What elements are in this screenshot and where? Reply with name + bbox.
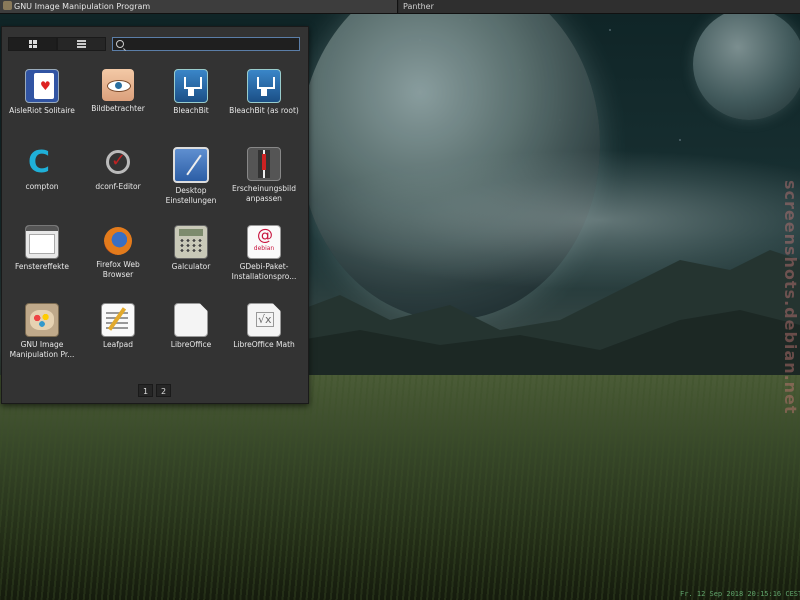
app-label: dconf-Editor	[95, 182, 141, 191]
taskbar-item-label: Panther	[403, 2, 434, 11]
app-compton[interactable]: compton	[4, 143, 80, 219]
top-panel: GNU Image Manipulation Program Panther	[0, 0, 800, 14]
page-switcher: 1 2	[138, 384, 171, 397]
app-bleachbit[interactable]: BleachBit	[153, 65, 229, 141]
search-icon	[116, 40, 124, 48]
desktop-settings-icon	[173, 147, 209, 183]
search-box	[112, 37, 300, 51]
window-effects-icon	[25, 225, 59, 259]
bleachbit-icon	[174, 69, 208, 103]
app-galculator[interactable]: Galculator	[153, 221, 229, 297]
app-launcher-panel: AisleRiot Solitaire Bildbetrachter Bleac…	[1, 26, 309, 404]
app-label: GDebi-Paket-Installationspro...	[231, 262, 297, 281]
app-bildbetrachter[interactable]: Bildbetrachter	[80, 65, 156, 141]
app-label: BleachBit	[173, 106, 209, 115]
app-label: BleachBit (as root)	[229, 106, 299, 115]
search-input[interactable]	[126, 39, 296, 49]
view-mode-toggle	[8, 37, 106, 51]
grid-view-button[interactable]	[8, 37, 57, 51]
dconf-icon	[102, 147, 134, 179]
appearance-icon	[247, 147, 281, 181]
app-label: Erscheinungsbild anpassen	[232, 184, 296, 203]
compton-icon	[26, 147, 58, 179]
app-erscheinungsbild[interactable]: Erscheinungsbild anpassen	[226, 143, 302, 219]
app-label: GNU Image Manipulation Pr...	[9, 340, 75, 359]
app-label: Bildbetrachter	[91, 104, 145, 113]
gimp-small-icon	[3, 1, 12, 10]
image-viewer-icon	[102, 69, 134, 101]
mountains-decoration	[300, 250, 800, 390]
libreoffice-math-icon	[247, 303, 281, 337]
list-view-icon	[77, 40, 86, 48]
gdebi-icon	[247, 225, 281, 259]
app-gdebi[interactable]: GDebi-Paket-Installationspro...	[226, 221, 302, 297]
bleachbit-root-icon	[247, 69, 281, 103]
list-view-button[interactable]	[57, 37, 106, 51]
app-libreoffice[interactable]: LibreOffice	[153, 299, 229, 375]
page-2-button[interactable]: 2	[156, 384, 171, 397]
libreoffice-icon	[174, 303, 208, 337]
app-label: LibreOffice Math	[233, 340, 295, 349]
app-aisleriot-solitaire[interactable]: AisleRiot Solitaire	[4, 65, 80, 141]
app-bleachbit-root[interactable]: BleachBit (as root)	[226, 65, 302, 141]
taskbar-item-panther[interactable]: Panther	[399, 0, 800, 13]
app-label: Fenstereffekte	[15, 262, 69, 271]
app-label: compton	[25, 182, 59, 191]
app-label: LibreOffice	[170, 340, 212, 349]
app-label: Galculator	[171, 262, 211, 271]
app-label: AisleRiot Solitaire	[9, 106, 75, 115]
leafpad-icon	[101, 303, 135, 337]
grass-field-decoration	[0, 375, 800, 600]
grid-view-icon	[28, 40, 37, 48]
solitaire-icon	[25, 69, 59, 103]
app-label: Firefox Web Browser	[96, 260, 140, 279]
page-1-button[interactable]: 1	[138, 384, 153, 397]
app-leafpad[interactable]: Leafpad	[80, 299, 156, 375]
taskbar-item-gimp[interactable]: GNU Image Manipulation Program	[0, 0, 398, 13]
firefox-icon	[102, 225, 134, 257]
moon-decoration	[693, 8, 800, 120]
taskbar-item-label: GNU Image Manipulation Program	[14, 2, 151, 11]
app-dconf-editor[interactable]: dconf-Editor	[80, 143, 156, 219]
app-libreoffice-math[interactable]: LibreOffice Math	[226, 299, 302, 375]
app-gimp[interactable]: GNU Image Manipulation Pr...	[4, 299, 80, 375]
clock-text: Fr. 12 Sep 2018 20:15:16 CEST	[680, 590, 800, 598]
app-label: Desktop Einstellungen	[165, 186, 217, 205]
app-firefox[interactable]: Firefox Web Browser	[80, 221, 156, 297]
calculator-icon	[174, 225, 208, 259]
app-fenstereffekte[interactable]: Fenstereffekte	[4, 221, 80, 297]
app-desktop-einstellungen[interactable]: Desktop Einstellungen	[153, 143, 229, 219]
gimp-icon	[25, 303, 59, 337]
watermark-text: screenshots.debian.net	[781, 180, 800, 415]
app-label: Leafpad	[102, 340, 133, 349]
